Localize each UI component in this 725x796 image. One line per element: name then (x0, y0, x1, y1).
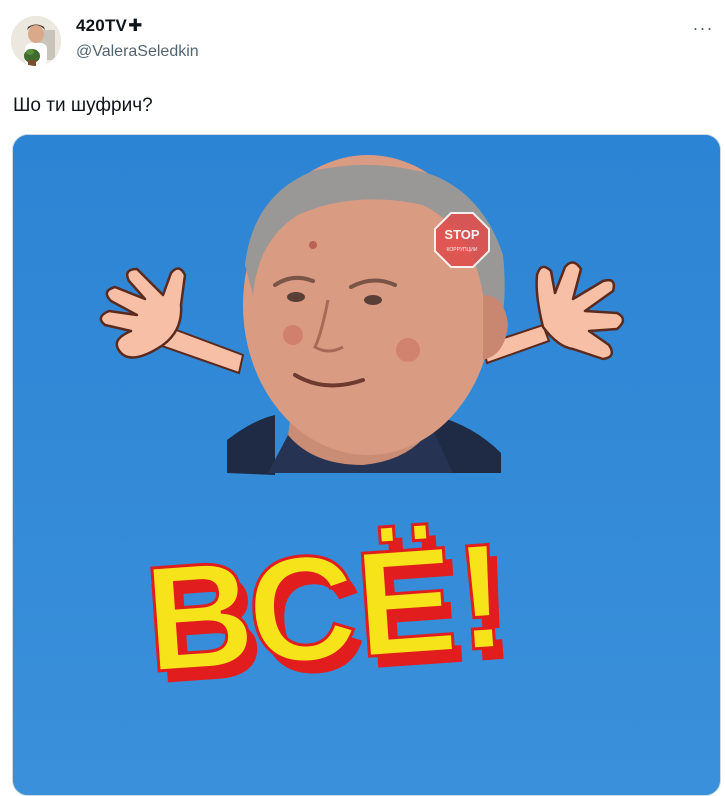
more-horizontal-icon[interactable]: ··· (689, 16, 717, 40)
avatar-photo-icon (11, 16, 61, 66)
author-display-name[interactable]: 420TV (76, 16, 127, 36)
avatar[interactable] (11, 16, 61, 66)
watermark-stop-sign: STOP КОРРУПЦИИ (434, 212, 490, 268)
tweet-text: Шо ти шуфрич? (13, 95, 153, 116)
caption-text: ВСЁ! (140, 511, 512, 704)
author-name-row[interactable]: 420TV ✚ (76, 16, 142, 36)
meme-image: STOP КОРРУПЦИИ ВСЁ! ВСЁ! (13, 135, 720, 795)
watermark-line1: STOP (444, 227, 479, 242)
author-handle[interactable]: @ValeraSeledkin (76, 43, 199, 61)
tweet-media-image[interactable]: STOP КОРРУПЦИИ ВСЁ! ВСЁ! (12, 134, 721, 796)
name-badge-icon: ✚ (128, 16, 143, 35)
meme-caption: ВСЁ! ВСЁ! (138, 509, 520, 715)
watermark-line2: КОРРУПЦИИ (447, 247, 478, 253)
tweet[interactable]: 420TV ✚ @ValeraSeledkin ··· Шо ти шуфрич… (0, 0, 725, 796)
